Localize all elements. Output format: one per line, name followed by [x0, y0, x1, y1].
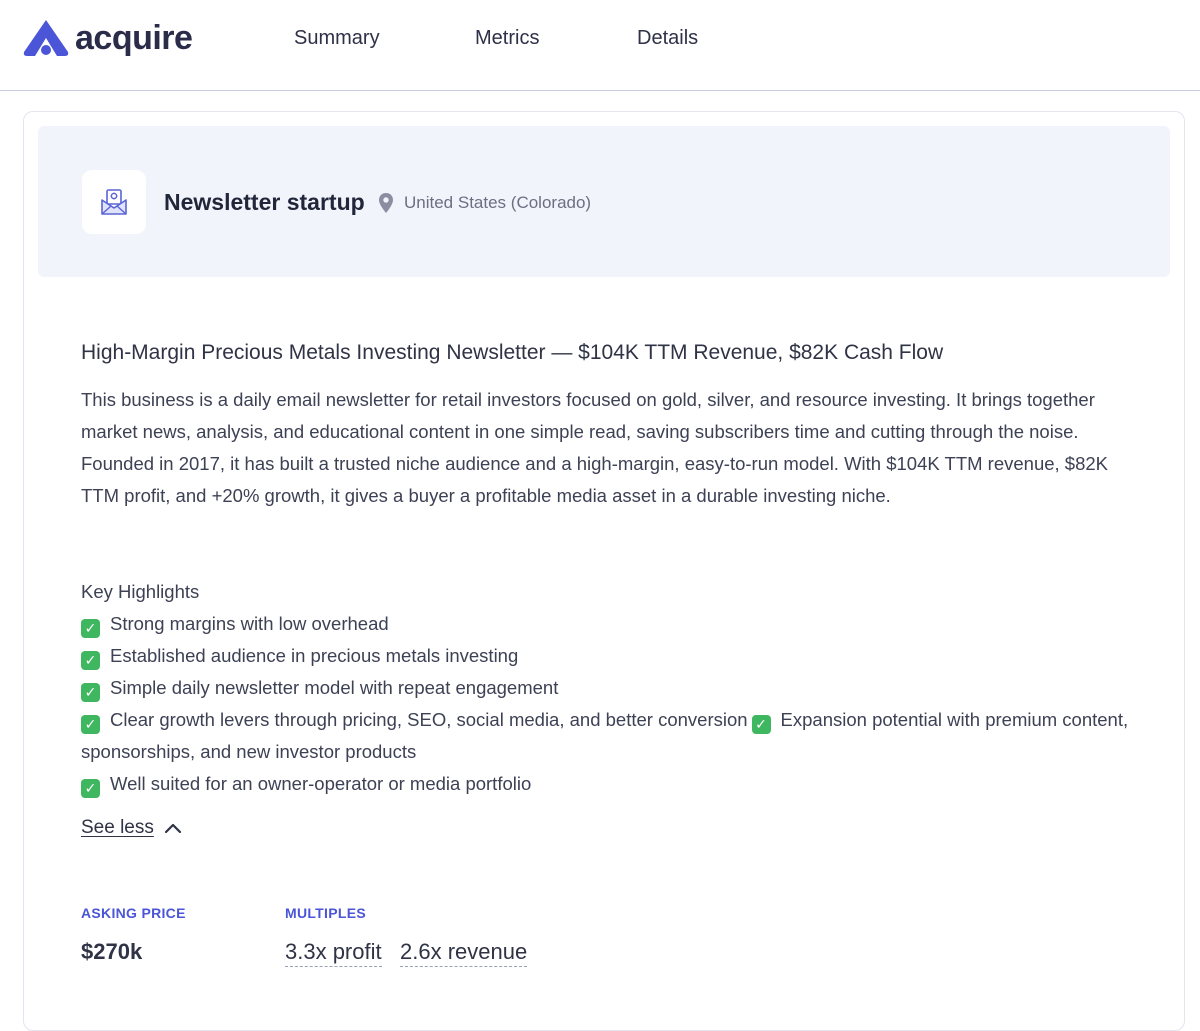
nav-tab-details[interactable]: Details — [637, 26, 698, 50]
multiples-label: MULTIPLES — [285, 905, 366, 921]
check-mark-icon: ✓ — [81, 619, 100, 638]
brand-name: acquire — [75, 19, 193, 57]
highlights-heading: Key Highlights — [81, 581, 200, 602]
revenue-multiple[interactable]: 2.6x revenue — [400, 938, 528, 967]
acquire-logo-icon — [23, 20, 69, 56]
newsletter-envelope-icon — [101, 189, 127, 215]
top-nav-bar: acquire Summary Metrics Details — [0, 0, 1200, 91]
location-text: United States (Colorado) — [404, 193, 592, 212]
highlight-item: ✓ Strong margins with low overhead — [81, 608, 1141, 640]
chevron-up-icon — [164, 823, 181, 834]
check-mark-icon: ✓ — [81, 683, 100, 702]
check-mark-icon: ✓ — [81, 651, 100, 670]
listing-header-panel: Newsletter startup United States (Colora… — [38, 126, 1170, 277]
listing-description: This business is a daily email newslette… — [81, 389, 1109, 506]
see-less-toggle[interactable]: See less — [81, 815, 182, 841]
listing-card: Newsletter startup United States (Colora… — [23, 111, 1185, 1031]
highlight-item: ✓ Established audience in precious metals… — [81, 640, 1141, 672]
map-pin-icon — [379, 193, 393, 213]
check-mark-icon: ✓ — [751, 715, 771, 734]
asking-price-value: $270k — [81, 939, 143, 964]
nav-tab-metrics[interactable]: Metrics — [475, 26, 539, 50]
brand-logo[interactable]: acquire — [22, 18, 193, 58]
highlight-item: ✓ Simple daily newsletter model with repe… — [81, 672, 1141, 704]
highlight-item: ✓ Well suited for an owner-operator or me… — [81, 768, 1141, 800]
profit-multiple[interactable]: 3.3x profit — [285, 938, 382, 967]
check-mark-icon: ✓ — [81, 715, 100, 734]
category-icon-box — [82, 170, 146, 234]
listing-category: Newsletter startup — [164, 189, 365, 215]
see-less-label: See less — [81, 817, 154, 838]
nav-tab-summary[interactable]: Summary — [294, 26, 380, 50]
asking-price-label: ASKING PRICE — [81, 905, 186, 921]
highlight-item: ✓ Clear growth levers through pricing, SE… — [81, 709, 1129, 762]
listing-location: United States (Colorado) — [378, 192, 591, 214]
listing-title: High-Margin Precious Metals Investing Ne… — [81, 341, 944, 364]
key-highlights: Key Highlights ✓ Strong margins with low … — [81, 576, 1141, 800]
check-mark-icon: ✓ — [81, 779, 100, 798]
